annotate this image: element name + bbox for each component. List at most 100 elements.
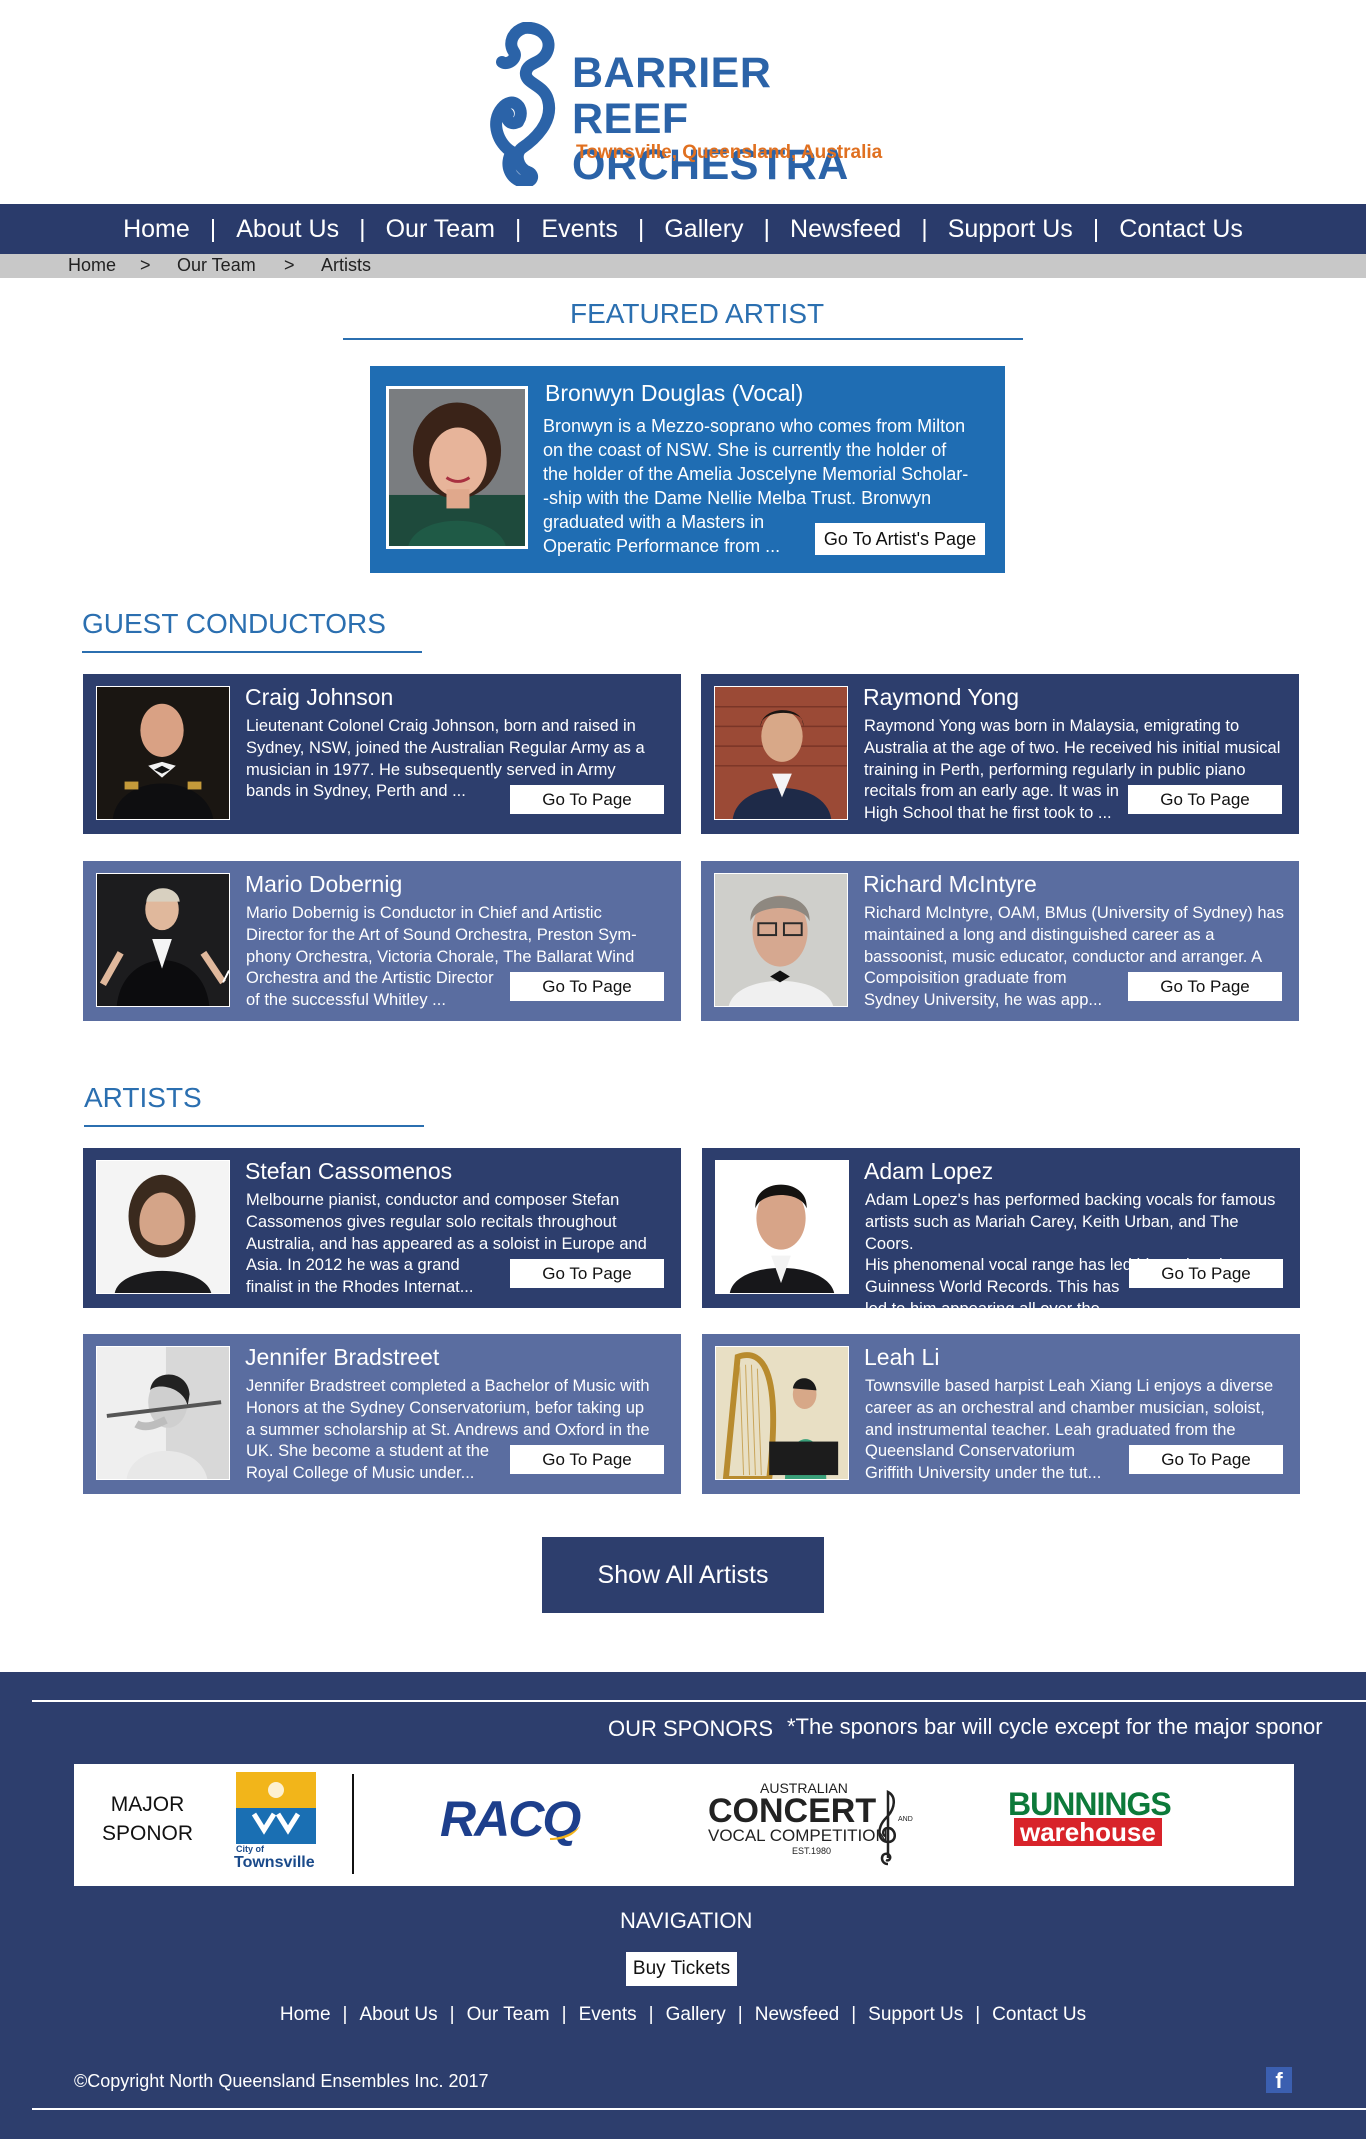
leah-li-photo	[715, 1346, 849, 1480]
breadcrumb-our-team[interactable]: Our Team	[177, 255, 256, 276]
logo-subtitle: Townsville, Queensland, Australia	[576, 142, 883, 163]
nav-gallery[interactable]: Gallery	[644, 215, 763, 244]
go-to-page-button[interactable]: Go To Page	[510, 1445, 664, 1474]
breadcrumb-separator: >	[284, 255, 295, 275]
townsville-label: Townsville	[234, 1854, 315, 1871]
bio-line: Jennifer Bradstreet completed a Bachelor…	[246, 1377, 650, 1395]
footer-nav-newsfeed[interactable]: Newsfeed	[743, 2004, 852, 2026]
buy-tickets-button[interactable]: Buy Tickets	[626, 1952, 737, 1986]
bio-line: Richard McIntyre, OAM, BMus (University …	[864, 904, 1284, 922]
bio-line: Cassomenos gives regular solo recitals t…	[246, 1212, 617, 1231]
bio-line: Adam Lopez's has performed backing vocal…	[865, 1191, 1276, 1209]
copyright-text: ©Copyright North Queensland Ensembles In…	[74, 2071, 489, 2091]
mario-dobernig-photo	[96, 873, 230, 1007]
featured-artist-name: Bronwyn Douglas (Vocal)	[545, 380, 804, 406]
footer-bottom-divider	[32, 2108, 1366, 2110]
bio-line: Sydney, NSW, joined the Australian Regul…	[246, 738, 645, 757]
breadcrumb-home[interactable]: Home	[68, 255, 116, 276]
artist-name: Adam Lopez	[864, 1158, 994, 1184]
bio-line: led to him appearing all over the...	[865, 1299, 1114, 1318]
australian-concert-vocal-competition-logo[interactable]: AUSTRALIAN CONCERT VOCAL COMPETITION EST…	[708, 1780, 918, 1866]
bio-line: Raymond Yong was born in Malaysia, emigr…	[864, 717, 1240, 735]
site-footer: OUR SPONORS *The sponors bar will cycle …	[0, 1672, 1366, 2139]
go-to-page-button[interactable]: Go To Page	[1128, 972, 1282, 1001]
footer-nav-home[interactable]: Home	[268, 2004, 343, 2026]
bio-line: -ship with the Dame Nellie Melba Trust. …	[543, 488, 932, 508]
artists-heading: ARTISTS	[84, 1082, 202, 1113]
footer-nav-our-team[interactable]: Our Team	[455, 2004, 562, 2026]
footer-nav-events[interactable]: Events	[567, 2004, 649, 2026]
concert-logo-and: AND	[898, 1816, 913, 1823]
city-of-townsville-logo[interactable]: City of Townsville	[234, 1770, 318, 1878]
footer-navigation: Home | About Us | Our Team | Events | Galler…	[0, 2004, 1366, 2026]
artists-divider	[84, 1125, 424, 1127]
townsville-small-label: City of	[236, 1844, 264, 1854]
conductor-name: Raymond Yong	[863, 684, 1020, 710]
featured-artist-heading: FEATURED ARTIST	[570, 298, 825, 329]
bio-line: maintained a long and distinguished care…	[864, 925, 1215, 944]
footer-nav-contact-us[interactable]: Contact Us	[980, 2004, 1098, 2026]
featured-divider	[343, 338, 1023, 340]
bio-line: the holder of the Amelia Joscelyne Memor…	[543, 464, 969, 484]
go-to-page-button[interactable]: Go To Page	[510, 1259, 664, 1288]
richard-mcintyre-photo	[714, 873, 848, 1007]
nav-about-us[interactable]: About Us	[216, 215, 359, 244]
artist-card-leah-li: Leah Li Townsville based harpist Leah Xi…	[702, 1334, 1300, 1494]
bio-line: Australia, and has appeared as a soloist…	[246, 1234, 647, 1253]
go-to-page-button[interactable]: Go To Page	[1128, 785, 1282, 814]
nav-our-team[interactable]: Our Team	[366, 215, 515, 244]
bio-line: career as an orchestral and chamber musi…	[865, 1398, 1265, 1417]
nav-support-us[interactable]: Support Us	[928, 215, 1093, 244]
logo-title: BARRIER REEF ORCHESTRA	[572, 50, 884, 188]
major-sponsor-label: MAJOR SPONOR	[102, 1790, 193, 1848]
logo-line-1: BARRIER REEF	[572, 49, 772, 143]
nav-events[interactable]: Events	[521, 215, 637, 244]
breadcrumb: Home > Our Team > Artists	[0, 254, 1366, 278]
artist-name: Leah Li	[864, 1344, 940, 1370]
footer-nav-gallery[interactable]: Gallery	[654, 2004, 738, 2026]
main-navigation: Home | About Us | Our Team | Events | Ga…	[0, 204, 1366, 254]
go-to-page-button[interactable]: Go To Page	[510, 785, 664, 814]
craig-johnson-photo	[96, 686, 230, 820]
bunnings-logo-line: warehouse	[1014, 1818, 1162, 1846]
sponsor-divider	[352, 1774, 354, 1874]
artist-bio: Adam Lopez's has performed backing vocal…	[865, 1190, 1285, 1321]
major-sponsor-label-line: MAJOR	[110, 1793, 185, 1816]
sponsors-heading: OUR SPONORS	[608, 1716, 774, 1741]
artist-card-adam-lopez: Adam Lopez Adam Lopez's has performed ba…	[702, 1148, 1300, 1318]
artist-name: Stefan Cassomenos	[245, 1158, 453, 1184]
nav-newsfeed[interactable]: Newsfeed	[770, 215, 921, 244]
footer-nav-support-us[interactable]: Support Us	[856, 2004, 975, 2026]
footer-navigation-heading: NAVIGATION	[620, 1908, 753, 1933]
artist-card-jennifer-bradstreet: Jennifer Bradstreet Jennifer Bradstreet …	[83, 1334, 681, 1494]
bio-line: phony Orchestra, Victoria Chorale, The B…	[246, 947, 635, 966]
conductor-card-craig-johnson: Craig Johnson Lieutenant Colonel Craig J…	[83, 674, 681, 834]
bio-line: Lieutenant Colonel Craig Johnson, born a…	[246, 717, 636, 735]
nav-home[interactable]: Home	[103, 215, 210, 244]
conductor-name: Richard McIntyre	[863, 871, 1037, 897]
go-to-page-button[interactable]: Go To Page	[1129, 1259, 1283, 1288]
footer-nav-about-us[interactable]: About Us	[347, 2004, 449, 2026]
sponsors-bar: MAJOR SPONOR City of Townsville RACQ AUS…	[74, 1764, 1294, 1886]
site-logo[interactable]: BARRIER REEF ORCHESTRA Townsville, Queen…	[484, 22, 884, 188]
footer-divider	[32, 1700, 1366, 1702]
show-all-artists-button[interactable]: Show All Artists	[542, 1537, 824, 1613]
bio-line: a summer scholarship at St. Andrews and …	[246, 1420, 650, 1439]
breadcrumb-artists: Artists	[321, 255, 372, 275]
artist-name: Jennifer Bradstreet	[245, 1344, 440, 1370]
bunnings-logo-line: BUNNINGS	[1008, 1786, 1172, 1822]
go-to-page-button[interactable]: Go To Page	[510, 972, 664, 1001]
go-to-page-button[interactable]: Go To Page	[1129, 1445, 1283, 1474]
bio-line: Director for the Art of Sound Orchestra,…	[246, 925, 637, 944]
bunnings-warehouse-logo[interactable]: BUNNINGS warehouse	[1008, 1788, 1194, 1850]
breadcrumb-separator: >	[140, 255, 151, 275]
go-to-artist-page-button[interactable]: Go To Artist's Page	[815, 523, 985, 555]
treble-clef-icon	[878, 1789, 896, 1866]
bio-line: Australia at the age of two. He received…	[864, 738, 1281, 757]
guest-conductors-divider	[82, 651, 422, 653]
nav-contact-us[interactable]: Contact Us	[1099, 215, 1263, 244]
major-sponsor-label-line: SPONOR	[102, 1822, 194, 1845]
facebook-icon[interactable]: f	[1266, 2067, 1292, 2093]
bio-line: Mario Dobernig is Conductor in Chief and…	[246, 904, 602, 922]
adam-lopez-photo	[715, 1160, 849, 1294]
